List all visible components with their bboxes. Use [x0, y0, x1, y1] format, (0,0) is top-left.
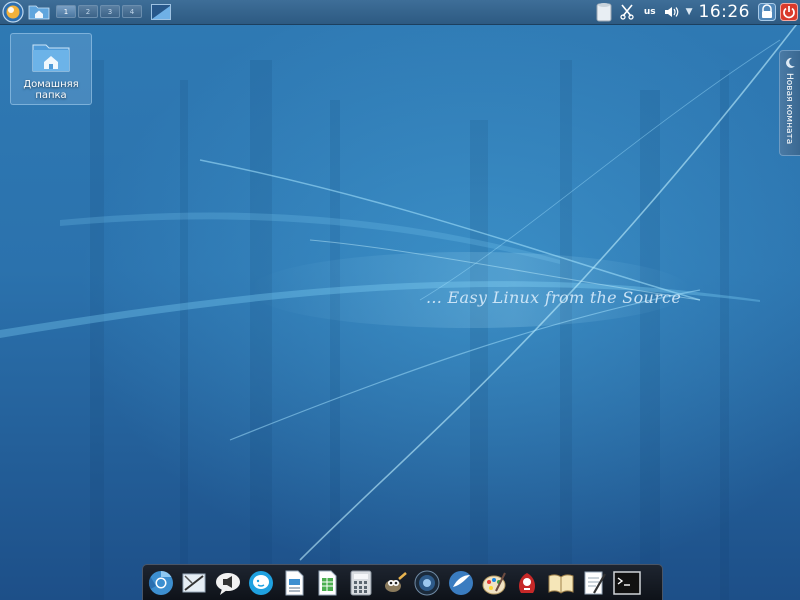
volume-icon	[664, 7, 678, 17]
scissors-icon	[620, 4, 634, 20]
gimp-icon	[385, 571, 407, 592]
system-tray: us ▼ 16:26	[588, 0, 800, 24]
lock-screen-button[interactable]	[758, 3, 776, 21]
messenger-icon	[215, 572, 240, 595]
mageia-logo-icon	[2, 1, 24, 23]
power-icon	[780, 3, 798, 21]
notes-icon	[584, 571, 606, 594]
dock-item-ship-app[interactable]	[446, 568, 476, 598]
ebook-reader-icon	[548, 573, 574, 594]
desktop-2[interactable]: 2	[78, 5, 98, 18]
text-document-icon	[285, 570, 304, 595]
dock-item-ebook-reader[interactable]	[546, 568, 576, 598]
home-folder-icon	[28, 5, 50, 20]
skype-icon	[248, 570, 273, 595]
dock-item-screenshot[interactable]	[179, 568, 209, 598]
dock-item-chromium[interactable]	[146, 568, 176, 598]
desktop-icon-home-folder[interactable]: Домашняя папка	[10, 33, 92, 105]
ship-app-icon	[448, 570, 473, 595]
home-folder-launcher[interactable]	[28, 3, 50, 20]
dock-item-gimp[interactable]	[379, 568, 409, 598]
show-desktop-button[interactable]	[151, 4, 171, 20]
desktop-icon-label: Домашняя папка	[23, 79, 79, 101]
desktop-1[interactable]: 1	[56, 5, 76, 18]
dock-item-messenger[interactable]	[213, 568, 243, 598]
keyboard-layout-indicator[interactable]: us	[644, 7, 656, 17]
dock-item-spreadsheet[interactable]	[312, 568, 342, 598]
moon-icon	[786, 57, 795, 68]
dock-item-terminal[interactable]	[612, 568, 642, 598]
application-dock	[142, 564, 663, 600]
power-button[interactable]	[780, 3, 798, 21]
chromium-icon	[148, 570, 173, 595]
clipboard-icon	[596, 3, 612, 22]
wallpaper-tagline: ... Easy Linux from the Source	[426, 288, 682, 307]
top-panel: 1 2 3 4 us ▼ 16:26	[0, 0, 800, 25]
clock[interactable]: 16:26	[699, 2, 751, 22]
desktop-4[interactable]: 4	[122, 5, 142, 18]
dock-item-media-player[interactable]	[412, 568, 442, 598]
activity-tab-label: Новая комната	[784, 73, 794, 145]
activity-tab[interactable]: Новая комната	[779, 50, 800, 156]
screenshot-tool-icon	[182, 573, 206, 592]
dock-item-text-document[interactable]	[279, 568, 309, 598]
media-player-icon	[414, 570, 440, 595]
tray-expand-icon[interactable]: ▼	[686, 7, 693, 17]
dock-item-game[interactable]	[512, 568, 542, 598]
desktop-3[interactable]: 3	[100, 5, 120, 18]
dock-item-calculator[interactable]	[346, 568, 376, 598]
calculator-icon	[350, 570, 372, 595]
dock-item-notes[interactable]	[579, 568, 609, 598]
lock-icon	[758, 3, 776, 21]
game-icon	[519, 572, 536, 593]
spreadsheet-icon	[318, 570, 337, 595]
dock-item-paint-app[interactable]	[479, 568, 509, 598]
paint-app-icon	[482, 572, 506, 594]
application-menu-button[interactable]	[1, 1, 25, 23]
show-desktop-icon	[151, 4, 171, 20]
scissors-button[interactable]	[620, 4, 634, 20]
terminal-icon	[613, 570, 641, 595]
clipboard-button[interactable]	[596, 2, 612, 22]
dock-item-skype[interactable]	[246, 568, 276, 598]
volume-button[interactable]	[664, 6, 680, 18]
home-folder-icon	[11, 39, 91, 77]
virtual-desktop-pager: 1 2 3 4	[56, 5, 142, 19]
